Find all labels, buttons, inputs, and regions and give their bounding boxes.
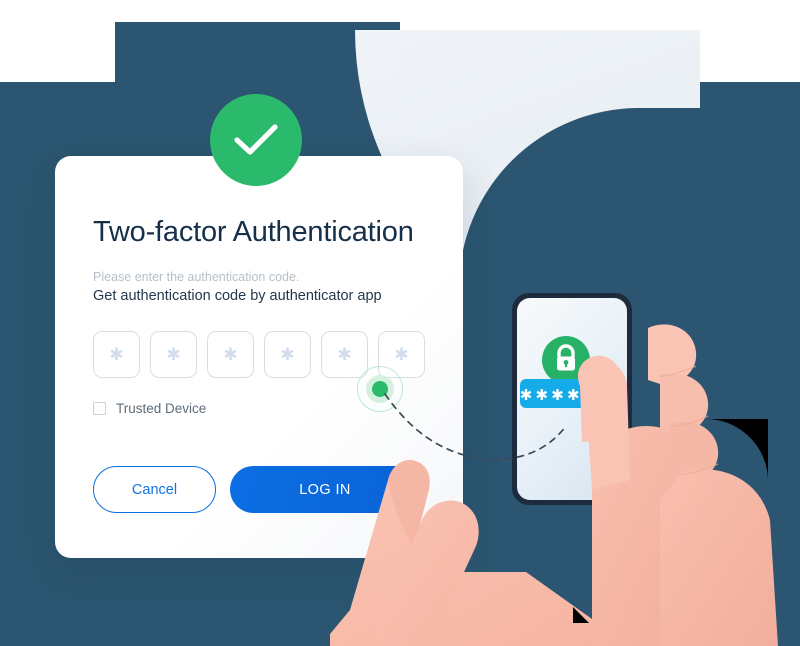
decorative-shapes [573, 419, 768, 623]
black-triangle-icon [573, 607, 589, 623]
illustration-canvas: ✱✱✱✱✱✱ Two-factor Authentication Please … [0, 0, 800, 646]
black-quarter-notch-icon [706, 419, 768, 481]
